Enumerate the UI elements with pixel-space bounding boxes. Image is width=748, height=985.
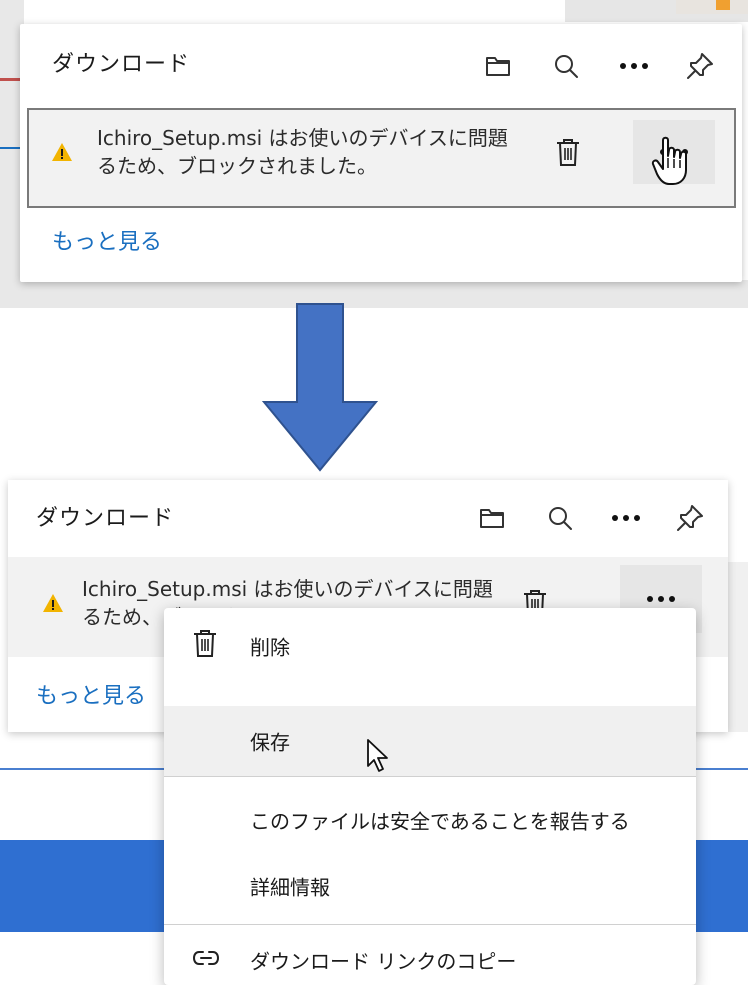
more-icon[interactable] bbox=[608, 502, 644, 534]
download-item[interactable]: Ichiro_Setup.msi はお使いのデバイスに問題 るため、ブロックされ… bbox=[27, 108, 736, 208]
menu-item-label: 保存 bbox=[250, 730, 290, 755]
menu-item-label: ダウンロード リンクのコピー bbox=[250, 949, 517, 974]
search-icon[interactable] bbox=[550, 50, 582, 82]
downloads-title: ダウンロード bbox=[52, 52, 191, 77]
pin-icon[interactable] bbox=[672, 500, 708, 536]
menu-item-copy-link[interactable]: ダウンロード リンクのコピー bbox=[164, 934, 696, 985]
hand-cursor-icon bbox=[651, 136, 691, 192]
search-icon[interactable] bbox=[544, 502, 576, 534]
download-filename-line1: Ichiro_Setup.msi はお使いのデバイスに問題 bbox=[97, 126, 508, 150]
more-icon[interactable] bbox=[616, 50, 652, 82]
pin-icon[interactable] bbox=[682, 48, 718, 84]
menu-separator bbox=[164, 776, 696, 777]
folder-icon[interactable] bbox=[476, 502, 508, 534]
menu-item-details[interactable]: 詳細情報 bbox=[164, 856, 696, 916]
menu-item-delete[interactable]: 削除 bbox=[164, 616, 696, 676]
warning-icon bbox=[51, 142, 73, 166]
trash-icon[interactable] bbox=[555, 138, 581, 172]
warning-icon bbox=[42, 593, 64, 617]
menu-separator bbox=[164, 924, 696, 925]
browser-toolbar-button bbox=[676, 0, 748, 14]
down-arrow bbox=[260, 302, 380, 478]
menu-item-report-safe[interactable]: このファイルは安全であることを報告する bbox=[164, 790, 696, 850]
download-message-line2: るため、ブロックされました。 bbox=[97, 154, 377, 178]
link-icon bbox=[192, 950, 220, 970]
see-more-link[interactable]: もっと見る bbox=[36, 678, 146, 710]
download-filename-line1: Ichiro_Setup.msi はお使いのデバイスに問題 bbox=[82, 577, 493, 601]
menu-item-label: このファイルは安全であることを報告する bbox=[250, 809, 630, 834]
toolbar-badge bbox=[716, 0, 730, 10]
see-more-link[interactable]: もっと見る bbox=[52, 224, 162, 256]
download-context-menu: 削除 保存 このファイルは安全であることを報告する 詳細情報 ダウンロード リン… bbox=[164, 608, 696, 985]
downloads-title: ダウンロード bbox=[36, 506, 175, 531]
arrow-cursor-icon bbox=[366, 738, 392, 778]
menu-item-label: 削除 bbox=[250, 635, 290, 660]
menu-item-save[interactable]: 保存 bbox=[164, 706, 696, 776]
trash-icon bbox=[192, 629, 218, 663]
menu-item-label: 詳細情報 bbox=[250, 875, 330, 900]
folder-icon[interactable] bbox=[482, 50, 514, 82]
downloads-panel-before: ダウンロード Ichiro_Setup.msi はお使いのデバイスに問題 るため… bbox=[20, 24, 742, 282]
